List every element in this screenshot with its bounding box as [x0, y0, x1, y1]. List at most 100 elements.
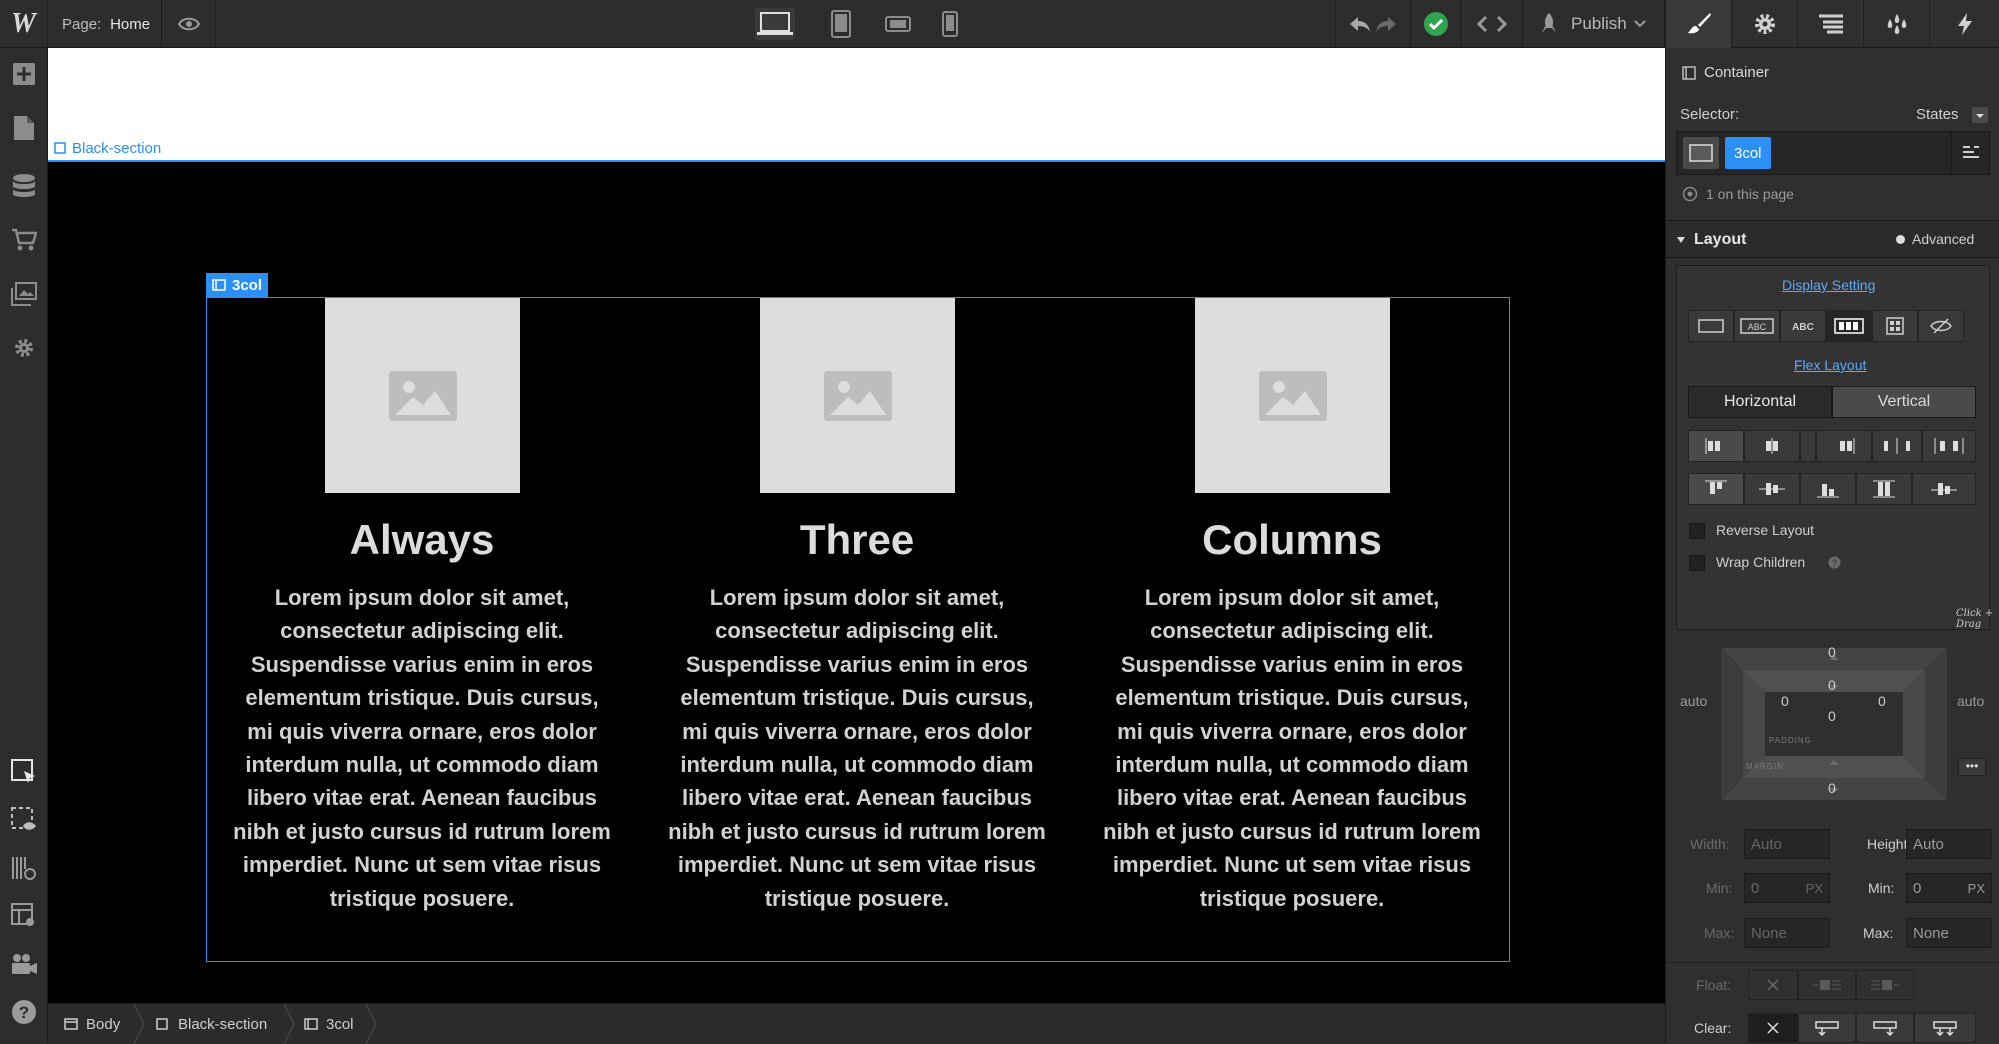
guides-button[interactable] [10, 854, 38, 882]
tab-navigator[interactable] [1798, 0, 1864, 48]
align-middle-button[interactable] [1744, 473, 1800, 505]
advanced-toggle[interactable]: Advanced [1912, 231, 1974, 247]
margin-right-value[interactable]: auto [1957, 693, 1984, 709]
min-width-input[interactable]: 0 PX [1744, 873, 1830, 903]
breadcrumb-body[interactable]: Body [64, 1004, 120, 1044]
undo-icon[interactable] [1348, 15, 1372, 33]
select-tool-button[interactable] [10, 758, 38, 786]
clear-left-button[interactable] [1798, 1013, 1856, 1043]
left-toolbar: ? [0, 48, 48, 1043]
three-col-container[interactable]: Always Lorem ipsum dolor sit amet, conse… [206, 297, 1510, 962]
webflow-logo[interactable]: W [0, 0, 48, 48]
direction-horizontal-button[interactable]: Horizontal [1688, 386, 1832, 418]
float-none-button[interactable] [1748, 970, 1798, 1000]
code-export-button[interactable] [1461, 0, 1523, 48]
design-canvas[interactable]: Black-section 3col Always Lorem ipsum do… [48, 48, 1665, 1003]
tab-swatches[interactable] [1864, 0, 1930, 48]
display-inline-button[interactable]: ABC [1780, 310, 1826, 342]
save-status[interactable] [1411, 0, 1461, 48]
preview-select-button[interactable] [10, 806, 38, 834]
reverse-layout-checkbox[interactable] [1689, 523, 1705, 539]
align-left-button[interactable] [1688, 430, 1744, 462]
padding-left-value[interactable]: 0 [1781, 693, 1789, 709]
padding-bottom-value[interactable]: 0 [1828, 708, 1836, 724]
assets-button[interactable] [10, 280, 38, 308]
more-options-button[interactable]: ••• [1958, 758, 1986, 776]
float-right-button[interactable] [1856, 970, 1914, 1000]
settings-button[interactable] [10, 334, 38, 362]
align-bottom-button[interactable] [1800, 473, 1856, 505]
class-chip[interactable]: 3col [1725, 137, 1771, 169]
margin-top-value[interactable]: 0 [1828, 644, 1836, 660]
padding-right-value[interactable]: 0 [1878, 693, 1886, 709]
display-block-button[interactable] [1688, 310, 1734, 342]
wrap-children-checkbox[interactable] [1689, 555, 1705, 571]
clear-right-button[interactable] [1856, 1013, 1914, 1043]
publish-button[interactable]: Publish [1523, 0, 1665, 48]
section-selection-label[interactable]: Black-section [54, 139, 161, 157]
align-top-button[interactable] [1688, 473, 1744, 505]
image-placeholder[interactable] [325, 298, 520, 493]
tab-style[interactable] [1666, 0, 1732, 48]
portrait-view-button[interactable] [930, 8, 970, 40]
align-stretch-button[interactable] [1856, 473, 1912, 505]
height-input[interactable]: Auto [1906, 829, 1992, 859]
margin-bottom-value[interactable]: 0 [1828, 780, 1836, 796]
gear-icon [15, 339, 33, 357]
image-placeholder[interactable] [1195, 298, 1390, 493]
collaborators-button[interactable] [10, 950, 38, 978]
display-setting-link[interactable]: Display Setting [1782, 277, 1875, 293]
help-button[interactable]: ? [10, 998, 38, 1026]
align-right-button[interactable] [1816, 430, 1872, 462]
clear-none-button[interactable] [1748, 1013, 1798, 1043]
display-grid-button[interactable] [1872, 310, 1918, 342]
clear-both-button[interactable] [1914, 1013, 1976, 1043]
selector-field[interactable]: 3col [1676, 131, 1990, 175]
pages-button[interactable] [10, 114, 38, 142]
display-flex-button[interactable] [1826, 310, 1872, 342]
states-label[interactable]: States [1916, 106, 1959, 123]
tab-settings[interactable] [1732, 0, 1798, 48]
navigator-button[interactable] [10, 902, 38, 930]
preview-button[interactable] [162, 0, 216, 48]
desktop-view-button[interactable] [755, 8, 795, 40]
tablet-view-button[interactable] [821, 8, 861, 40]
padding-top-value[interactable]: 0 [1828, 677, 1836, 693]
black-section[interactable]: 3col Always Lorem ipsum dolor sit amet, … [48, 160, 1665, 1003]
width-input[interactable]: Auto [1744, 829, 1830, 859]
page-selector[interactable]: Page: Home [48, 0, 162, 48]
align-center-button[interactable] [1744, 430, 1800, 462]
display-inline-block-button[interactable]: ABC [1734, 310, 1780, 342]
redo-icon[interactable] [1374, 15, 1398, 33]
max-width-input[interactable]: None [1744, 918, 1830, 948]
ecommerce-button[interactable] [10, 226, 38, 254]
flex-layout-link[interactable]: Flex Layout [1794, 357, 1866, 373]
element-tag-chip[interactable] [1683, 137, 1719, 169]
layout-section-header[interactable]: Layout Advanced [1666, 220, 1999, 258]
check-circle-icon [1423, 12, 1448, 36]
help-icon[interactable]: ? [1828, 556, 1841, 569]
box-model-diagram [1721, 648, 1947, 800]
align-around-button[interactable] [1922, 430, 1976, 462]
cms-button[interactable] [10, 172, 38, 200]
rocket-icon [1542, 13, 1556, 33]
selector-menu-button[interactable] [1951, 132, 1989, 174]
code-icon [1476, 15, 1507, 33]
display-none-button[interactable] [1918, 310, 1964, 342]
float-left-button[interactable] [1798, 970, 1856, 1000]
states-dropdown[interactable] [1972, 107, 1988, 123]
margin-left-value[interactable]: auto [1680, 693, 1707, 709]
container-selection-label[interactable]: 3col [206, 273, 269, 297]
max-height-input[interactable]: None [1906, 918, 1992, 948]
align-between-button[interactable] [1872, 430, 1922, 462]
breadcrumb-black-section[interactable]: Black-section [156, 1004, 267, 1044]
direction-vertical-button[interactable]: Vertical [1832, 386, 1976, 418]
min-height-input[interactable]: 0 PX [1906, 873, 1992, 903]
add-panel-button[interactable] [10, 60, 38, 88]
align-baseline-button[interactable] [1912, 473, 1976, 505]
breadcrumb-3col[interactable]: 3col [304, 1004, 354, 1044]
landscape-view-button[interactable] [878, 8, 918, 40]
tab-interactions[interactable] [1930, 0, 1999, 48]
box-model-editor[interactable]: 0 0 auto auto 0 0 0 0 PADDING MARGIN Cli… [1666, 608, 1999, 814]
image-placeholder[interactable] [760, 298, 955, 493]
